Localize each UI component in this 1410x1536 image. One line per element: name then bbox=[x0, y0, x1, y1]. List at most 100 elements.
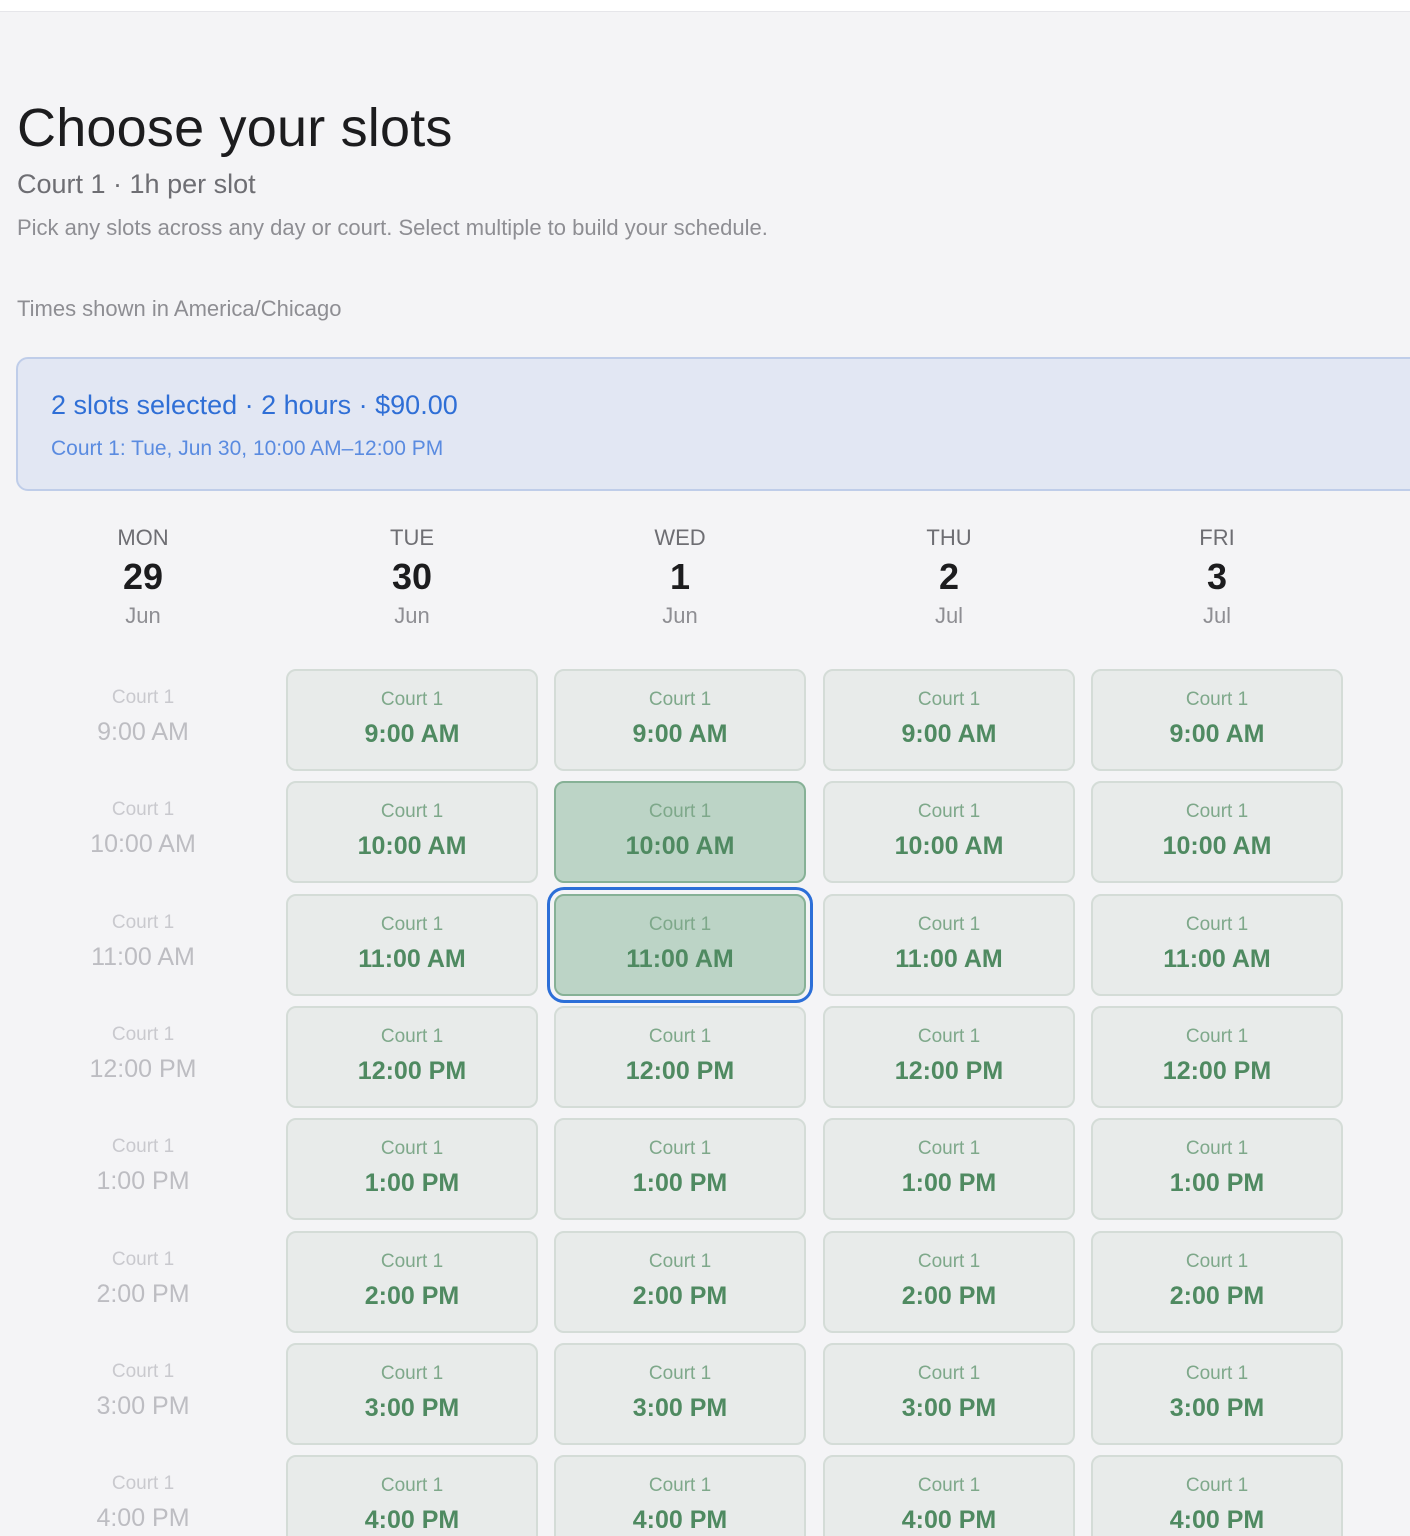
slot-court-label: Court 1 bbox=[648, 689, 712, 710]
slot-time-label: 9:00 AM bbox=[1169, 720, 1265, 748]
slot-court-label: Court 1 bbox=[648, 801, 712, 822]
slot-thu-1-00-pm[interactable]: Court 1 1:00 PM bbox=[823, 1118, 1075, 1220]
slot-wed-4-00-pm[interactable]: Court 1 4:00 PM bbox=[554, 1455, 806, 1536]
slot-time-label: 9:00 AM bbox=[901, 720, 997, 748]
slot-tue-12-00-pm[interactable]: Court 1 12:00 PM bbox=[286, 1006, 538, 1108]
slot-court-label: Court 1 bbox=[917, 689, 981, 710]
slot-thu-3-00-pm[interactable]: Court 1 3:00 PM bbox=[823, 1343, 1075, 1445]
slot-time-label: 9:00 AM bbox=[364, 720, 460, 748]
page-subtitle: Court 1 · 1h per slot bbox=[17, 169, 256, 199]
day-number: 1 bbox=[669, 556, 691, 597]
slot-time-label: 2:00 PM bbox=[364, 1282, 460, 1310]
slot-court-label: Court 1 bbox=[917, 914, 981, 935]
day-number: 2 bbox=[938, 556, 960, 597]
day-month: Jun bbox=[394, 603, 430, 628]
slot-time-label: 12:00 PM bbox=[894, 1057, 1004, 1085]
slot-fri-2-00-pm[interactable]: Court 1 2:00 PM bbox=[1091, 1231, 1343, 1333]
slot-court-label: Court 1 bbox=[111, 912, 175, 933]
slot-tue-2-00-pm[interactable]: Court 1 2:00 PM bbox=[286, 1231, 538, 1333]
slot-time-label: 12:00 PM bbox=[89, 1055, 197, 1083]
slot-wed-10-00-am[interactable]: Court 1 10:00 AM bbox=[554, 781, 806, 883]
selection-summary: 2 slots selected · 2 hours · $90.00 Cour… bbox=[16, 357, 1410, 491]
slot-thu-11-00-am[interactable]: Court 1 11:00 AM bbox=[823, 894, 1075, 996]
slot-court-label: Court 1 bbox=[111, 687, 175, 708]
slot-time-label: 9:00 AM bbox=[97, 718, 189, 746]
slot-court-label: Court 1 bbox=[917, 1026, 981, 1047]
slot-time-label: 1:00 PM bbox=[632, 1169, 728, 1197]
slot-wed-2-00-pm[interactable]: Court 1 2:00 PM bbox=[554, 1231, 806, 1333]
slot-court-label: Court 1 bbox=[648, 1475, 712, 1496]
slot-time-label: 4:00 PM bbox=[632, 1506, 728, 1534]
slot-fri-10-00-am[interactable]: Court 1 10:00 AM bbox=[1091, 781, 1343, 883]
slot-tue-4-00-pm[interactable]: Court 1 4:00 PM bbox=[286, 1455, 538, 1536]
slot-time-label: 10:00 AM bbox=[625, 832, 735, 860]
slot-fri-4-00-pm[interactable]: Court 1 4:00 PM bbox=[1091, 1455, 1343, 1536]
slot-time-label: 2:00 PM bbox=[901, 1282, 997, 1310]
slot-time-label: 4:00 PM bbox=[96, 1504, 190, 1532]
slot-time-label: 12:00 PM bbox=[357, 1057, 467, 1085]
slot-fri-1-00-pm[interactable]: Court 1 1:00 PM bbox=[1091, 1118, 1343, 1220]
slot-court-label: Court 1 bbox=[380, 1475, 444, 1496]
slot-fri-9-00-am[interactable]: Court 1 9:00 AM bbox=[1091, 669, 1343, 771]
slot-court-label: Court 1 bbox=[648, 1026, 712, 1047]
slot-tue-3-00-pm[interactable]: Court 1 3:00 PM bbox=[286, 1343, 538, 1445]
slot-tue-11-00-am[interactable]: Court 1 11:00 AM bbox=[286, 894, 538, 996]
slot-fri-12-00-pm[interactable]: Court 1 12:00 PM bbox=[1091, 1006, 1343, 1108]
slot-time-label: 12:00 PM bbox=[625, 1057, 735, 1085]
slot-thu-12-00-pm[interactable]: Court 1 12:00 PM bbox=[823, 1006, 1075, 1108]
slot-time-label: 3:00 PM bbox=[901, 1394, 997, 1422]
slot-time-label: 3:00 PM bbox=[364, 1394, 460, 1422]
slot-time-label: 11:00 AM bbox=[626, 945, 734, 973]
slot-time-label: 12:00 PM bbox=[1162, 1057, 1272, 1085]
slot-court-label: Court 1 bbox=[917, 1475, 981, 1496]
day-number: 3 bbox=[1206, 556, 1228, 597]
slot-thu-4-00-pm[interactable]: Court 1 4:00 PM bbox=[823, 1455, 1075, 1536]
slot-court-label: Court 1 bbox=[1185, 1138, 1249, 1159]
slot-wed-9-00-am[interactable]: Court 1 9:00 AM bbox=[554, 669, 806, 771]
slot-court-label: Court 1 bbox=[648, 1251, 712, 1272]
day-month: Jul bbox=[934, 603, 964, 628]
slot-mon-11-00-am: Court 1 11:00 AM bbox=[17, 894, 269, 996]
slot-fri-3-00-pm[interactable]: Court 1 3:00 PM bbox=[1091, 1343, 1343, 1445]
slot-court-label: Court 1 bbox=[917, 801, 981, 822]
slot-time-label: 11:00 AM bbox=[1163, 945, 1271, 973]
slot-time-label: 1:00 PM bbox=[901, 1169, 997, 1197]
slot-tue-10-00-am[interactable]: Court 1 10:00 AM bbox=[286, 781, 538, 883]
slot-tue-1-00-pm[interactable]: Court 1 1:00 PM bbox=[286, 1118, 538, 1220]
slot-mon-9-00-am: Court 1 9:00 AM bbox=[17, 669, 269, 771]
slot-thu-9-00-am[interactable]: Court 1 9:00 AM bbox=[823, 669, 1075, 771]
slot-court-label: Court 1 bbox=[1185, 689, 1249, 710]
slot-wed-1-00-pm[interactable]: Court 1 1:00 PM bbox=[554, 1118, 806, 1220]
slot-mon-1-00-pm: Court 1 1:00 PM bbox=[17, 1118, 269, 1220]
slot-mon-4-00-pm: Court 1 4:00 PM bbox=[17, 1455, 269, 1536]
slot-wed-3-00-pm[interactable]: Court 1 3:00 PM bbox=[554, 1343, 806, 1445]
slot-wed-11-00-am[interactable]: Court 1 11:00 AM bbox=[554, 894, 806, 996]
day-header-mon: MON 29 Jun bbox=[17, 522, 269, 630]
slot-court-label: Court 1 bbox=[111, 1361, 175, 1382]
slot-court-label: Court 1 bbox=[380, 689, 444, 710]
day-header-fri: FRI 3 Jul bbox=[1091, 522, 1343, 630]
slot-time-label: 10:00 AM bbox=[1162, 832, 1272, 860]
day-of-week: TUE bbox=[390, 525, 434, 550]
slot-thu-10-00-am[interactable]: Court 1 10:00 AM bbox=[823, 781, 1075, 883]
slot-court-label: Court 1 bbox=[917, 1251, 981, 1272]
slot-court-label: Court 1 bbox=[380, 1026, 444, 1047]
slot-court-label: Court 1 bbox=[648, 1138, 712, 1159]
slot-court-label: Court 1 bbox=[380, 801, 444, 822]
slot-time-label: 4:00 PM bbox=[1169, 1506, 1265, 1534]
slot-thu-2-00-pm[interactable]: Court 1 2:00 PM bbox=[823, 1231, 1075, 1333]
slot-time-label: 1:00 PM bbox=[364, 1169, 460, 1197]
slot-court-label: Court 1 bbox=[917, 1363, 981, 1384]
slot-time-label: 11:00 AM bbox=[895, 945, 1003, 973]
day-of-week: WED bbox=[654, 525, 706, 550]
slot-fri-11-00-am[interactable]: Court 1 11:00 AM bbox=[1091, 894, 1343, 996]
day-header-tue: TUE 30 Jun bbox=[286, 522, 538, 630]
slot-time-label: 1:00 PM bbox=[1169, 1169, 1265, 1197]
slot-wed-12-00-pm[interactable]: Court 1 12:00 PM bbox=[554, 1006, 806, 1108]
slot-tue-9-00-am[interactable]: Court 1 9:00 AM bbox=[286, 669, 538, 771]
slot-court-label: Court 1 bbox=[111, 1136, 175, 1157]
slot-time-label: 9:00 AM bbox=[632, 720, 728, 748]
slot-time-label: 11:00 AM bbox=[91, 943, 195, 971]
slot-court-label: Court 1 bbox=[1185, 1251, 1249, 1272]
timezone-note: Times shown in America/Chicago bbox=[17, 296, 342, 321]
